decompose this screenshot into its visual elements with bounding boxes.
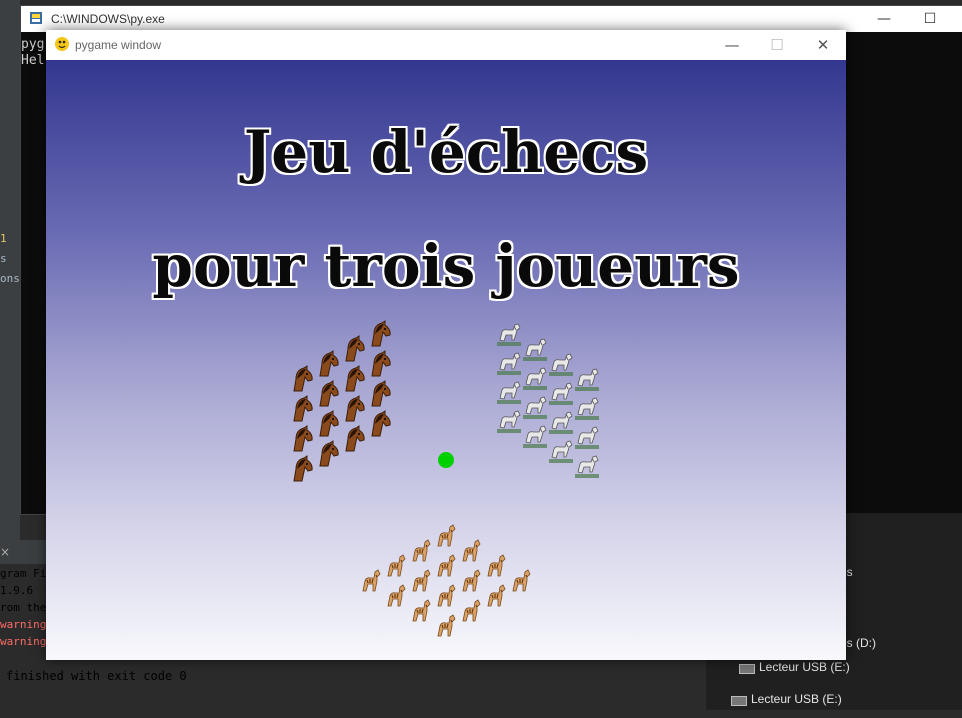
ide-left-text-2: s	[0, 252, 7, 265]
zebra-horse-icon[interactable]	[432, 552, 460, 580]
console-title: C:\WINDOWS\py.exe	[51, 12, 165, 26]
usb-drive-icon	[739, 664, 755, 674]
ide-left-strip	[0, 0, 20, 540]
zebra-horse-icon[interactable]	[432, 582, 460, 610]
white-horse-icon[interactable]	[495, 407, 523, 435]
zebra-horse-icon[interactable]	[482, 552, 510, 580]
white-horse-icon[interactable]	[521, 422, 549, 450]
white-horse-icon[interactable]	[547, 379, 575, 407]
zebra-horse-icon[interactable]	[407, 567, 435, 595]
white-horse-icon[interactable]	[495, 320, 523, 348]
run-output-line-2: 1.9.6	[0, 584, 34, 597]
white-horse-icon[interactable]	[495, 378, 523, 406]
white-horse-icon[interactable]	[573, 423, 601, 451]
white-horse-icon[interactable]	[573, 394, 601, 422]
brown-horse-head-icon[interactable]	[339, 335, 367, 363]
white-horse-icon[interactable]	[547, 437, 575, 465]
game-title-line-1: Jeu d'échecs	[243, 118, 649, 186]
run-output-line-3: rom the	[0, 601, 47, 614]
white-horse-icon[interactable]	[573, 452, 601, 480]
zebra-horse-icon[interactable]	[507, 567, 535, 595]
brown-horse-head-icon[interactable]	[287, 395, 315, 423]
brown-horse-head-icon[interactable]	[313, 440, 341, 468]
brown-horse-head-icon[interactable]	[339, 395, 367, 423]
pygame-maximize-button[interactable]: ☐	[757, 34, 797, 56]
console-maximize-button[interactable]: ☐	[907, 8, 953, 30]
white-horse-icon[interactable]	[547, 408, 575, 436]
brown-horse-head-icon[interactable]	[287, 365, 315, 393]
zebra-horse-icon[interactable]	[407, 537, 435, 565]
ide-left-text-1: 1	[0, 232, 7, 245]
zebra-horse-icon[interactable]	[407, 597, 435, 625]
explorer-item-usb-e-1[interactable]: Lecteur USB (E:)	[759, 660, 850, 674]
brown-horse-head-icon[interactable]	[339, 425, 367, 453]
zebra-horse-icon[interactable]	[457, 597, 485, 625]
center-marker[interactable]	[438, 452, 454, 468]
zebra-horse-icon[interactable]	[457, 567, 485, 595]
pygame-titlebar[interactable]: pygame window — ☐ ✕	[46, 30, 846, 61]
white-horse-icon[interactable]	[521, 335, 549, 363]
pygame-window[interactable]: pygame window — ☐ ✕ Jeu d'échecs pour tr…	[46, 30, 846, 660]
brown-horse-head-icon[interactable]	[313, 350, 341, 378]
brown-horse-head-icon[interactable]	[365, 410, 393, 438]
zebra-horse-icon[interactable]	[432, 612, 460, 640]
run-output-warning-2: warning	[0, 635, 47, 648]
run-finished-message: finished with exit code 0	[6, 669, 187, 683]
white-horse-icon[interactable]	[495, 349, 523, 377]
usb-drive-icon	[731, 696, 747, 706]
game-canvas[interactable]: Jeu d'échecs pour trois joueurs	[46, 60, 846, 660]
console-line-2: Hel	[21, 53, 45, 68]
brown-horse-head-icon[interactable]	[313, 380, 341, 408]
ide-left-text-3: ons	[0, 272, 20, 285]
brown-horse-head-icon[interactable]	[313, 410, 341, 438]
brown-horse-head-icon[interactable]	[365, 380, 393, 408]
game-title-line-2: pour trois joueurs	[152, 232, 740, 300]
pygame-window-title: pygame window	[75, 38, 162, 52]
white-horse-icon[interactable]	[521, 364, 549, 392]
console-titlebar[interactable]: C:\WINDOWS\py.exe — ☐	[21, 6, 962, 32]
pygame-minimize-button[interactable]: —	[712, 34, 752, 56]
brown-horse-head-icon[interactable]	[365, 320, 393, 348]
brown-horse-head-icon[interactable]	[339, 365, 367, 393]
explorer-item-usb-e-2[interactable]: Lecteur USB (E:)	[751, 692, 842, 706]
zebra-horse-icon[interactable]	[432, 522, 460, 550]
zebra-horse-icon[interactable]	[482, 582, 510, 610]
white-horse-icon[interactable]	[573, 365, 601, 393]
python-icon	[30, 12, 42, 24]
white-horse-icon[interactable]	[547, 350, 575, 378]
explorer-status-bar	[706, 710, 962, 718]
brown-horse-head-icon[interactable]	[287, 455, 315, 483]
white-horse-icon[interactable]	[521, 393, 549, 421]
run-output-line-1: gram Fi	[0, 567, 47, 580]
zebra-horse-icon[interactable]	[357, 567, 385, 595]
console-minimize-button[interactable]: —	[861, 8, 907, 30]
brown-horse-head-icon[interactable]	[287, 425, 315, 453]
zebra-horse-icon[interactable]	[457, 537, 485, 565]
brown-horse-head-icon[interactable]	[365, 350, 393, 378]
run-tab-close-button[interactable]: ×	[0, 545, 10, 559]
run-output-warning-1: warning	[0, 618, 47, 631]
pygame-close-button[interactable]: ✕	[803, 34, 843, 56]
zebra-horse-icon[interactable]	[382, 552, 410, 580]
zebra-horse-icon[interactable]	[382, 582, 410, 610]
pygame-snake-icon	[55, 37, 69, 51]
console-line-1: pyg	[21, 37, 45, 52]
